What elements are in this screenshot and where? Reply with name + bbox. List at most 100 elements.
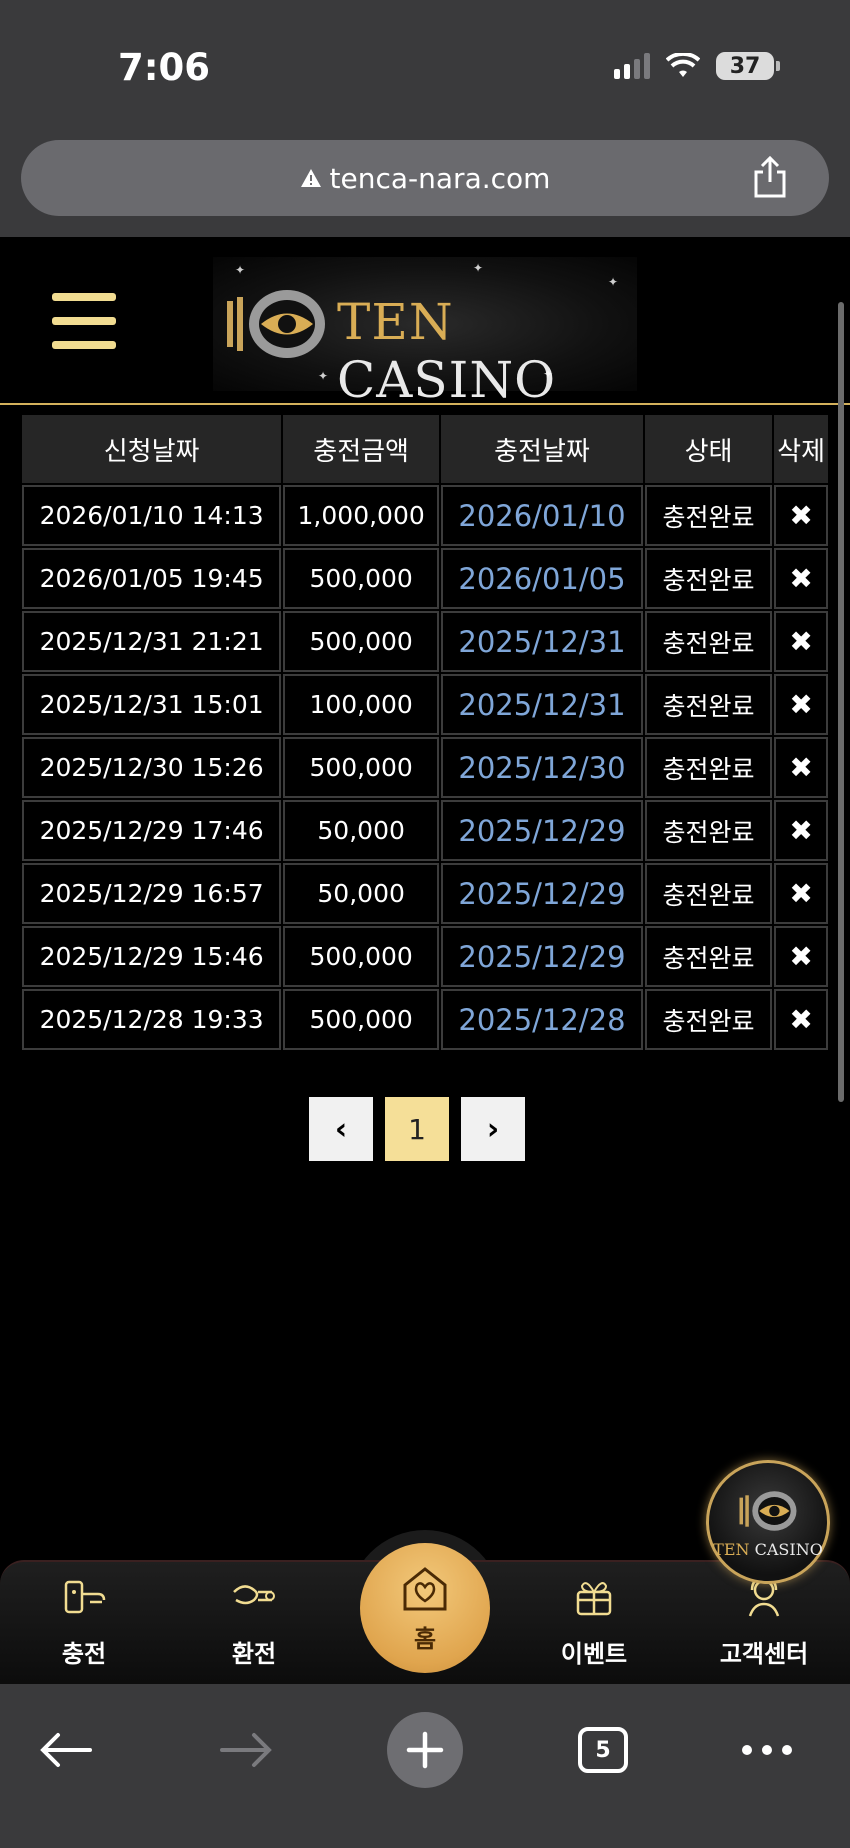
wifi-icon [666, 53, 700, 77]
status: 충전완료 [644, 926, 773, 987]
logo-text: TEN CASINO [337, 293, 557, 409]
amount: 500,000 [283, 737, 440, 798]
delete-button[interactable]: ✖ [774, 989, 828, 1050]
status-time: 7:06 [118, 46, 211, 89]
amount: 500,000 [283, 989, 440, 1050]
charge-date: 2025/12/28 [441, 989, 643, 1050]
logo-emblem-icon [227, 290, 325, 358]
request-date: 2025/12/29 16:57 [22, 863, 282, 924]
new-tab-button[interactable] [387, 1712, 463, 1788]
nav-home-button[interactable]: 홈 [360, 1543, 490, 1673]
nav-home-label: 홈 [413, 1624, 437, 1653]
prev-page-button[interactable]: ‹ [309, 1097, 373, 1161]
site-logo[interactable]: TEN CASINO ✦ ✦ ✦ ✦ ✦ [213, 257, 637, 409]
browser-top-chrome: 7:06 37 tenca-nara.com [0, 0, 850, 237]
request-date: 2025/12/28 19:33 [22, 989, 282, 1050]
status: 충전완료 [644, 989, 773, 1050]
more-button[interactable] [729, 1712, 805, 1788]
share-icon[interactable] [752, 156, 788, 198]
status: 충전완료 [644, 485, 773, 546]
request-date: 2025/12/29 15:46 [22, 926, 282, 987]
address-bar[interactable]: tenca-nara.com [21, 140, 829, 216]
table-row: 2026/01/05 19:45 500,000 2026/01/05 충전완료… [22, 548, 828, 609]
table-row: 2025/12/28 19:33 500,000 2025/12/28 충전완료… [22, 989, 828, 1050]
floating-logo-button[interactable]: TEN CASINO [706, 1460, 830, 1584]
header-status: 상태 [644, 415, 773, 483]
status: 충전완료 [644, 800, 773, 861]
scroll-indicator[interactable] [838, 302, 844, 1102]
table-header-row: 신청날짜 충전금액 충전날짜 상태 삭제 [22, 415, 828, 483]
status: 충전완료 [644, 737, 773, 798]
table-row: 2025/12/29 17:46 50,000 2025/12/29 충전완료 … [22, 800, 828, 861]
request-date: 2026/01/05 19:45 [22, 548, 282, 609]
table-row: 2025/12/31 15:01 100,000 2025/12/31 충전완료… [22, 674, 828, 735]
browser-toolbar: 5 [0, 1684, 850, 1848]
table-row: 2025/12/30 15:26 500,000 2025/12/30 충전완료… [22, 737, 828, 798]
status: 충전완료 [644, 611, 773, 672]
forward-button[interactable] [208, 1712, 284, 1788]
nav-support[interactable]: 고객센터 [694, 1572, 834, 1682]
request-date: 2026/01/10 14:13 [22, 485, 282, 546]
delete-button[interactable]: ✖ [774, 863, 828, 924]
site-header: TEN CASINO ✦ ✦ ✦ ✦ ✦ [0, 237, 850, 409]
charge-date: 2025/12/29 [441, 863, 643, 924]
charge-date: 2025/12/29 [441, 926, 643, 987]
charge-icon [64, 1580, 106, 1614]
table-row: 2026/01/10 14:13 1,000,000 2026/01/10 충전… [22, 485, 828, 546]
charge-date: 2025/12/30 [441, 737, 643, 798]
cellular-signal-icon [614, 53, 650, 79]
warning-icon [300, 169, 321, 187]
request-date: 2025/12/31 21:21 [22, 611, 282, 672]
tabs-button[interactable]: 5 [565, 1712, 641, 1788]
logo-emblem-icon [739, 1490, 797, 1531]
header-request-date: 신청날짜 [22, 415, 282, 483]
menu-icon[interactable] [52, 293, 116, 349]
delete-button[interactable]: ✖ [774, 548, 828, 609]
status-icons: 37 [614, 52, 780, 80]
delete-button[interactable]: ✖ [774, 485, 828, 546]
amount: 100,000 [283, 674, 440, 735]
home-heart-icon [403, 1566, 447, 1610]
next-page-button[interactable]: › [461, 1097, 525, 1161]
header-charge-date: 충전날짜 [441, 415, 643, 483]
charge-date: 2025/12/29 [441, 800, 643, 861]
amount: 50,000 [283, 800, 440, 861]
charge-date: 2026/01/10 [441, 485, 643, 546]
header-amount: 충전금액 [283, 415, 440, 483]
amount: 500,000 [283, 548, 440, 609]
amount: 1,000,000 [283, 485, 440, 546]
delete-button[interactable]: ✖ [774, 926, 828, 987]
more-dots-icon [742, 1745, 792, 1755]
amount: 50,000 [283, 863, 440, 924]
table-row: 2025/12/29 15:46 500,000 2025/12/29 충전완료… [22, 926, 828, 987]
request-date: 2025/12/30 15:26 [22, 737, 282, 798]
table-row: 2025/12/29 16:57 50,000 2025/12/29 충전완료 … [22, 863, 828, 924]
pagination: ‹ 1 › [309, 1097, 525, 1161]
status: 충전완료 [644, 674, 773, 735]
page-1-button[interactable]: 1 [385, 1097, 449, 1161]
back-arrow-icon [40, 1733, 92, 1767]
nav-event[interactable]: 이벤트 [524, 1572, 664, 1682]
tab-count: 5 [578, 1727, 628, 1773]
table-row: 2025/12/31 21:21 500,000 2025/12/31 충전완료… [22, 611, 828, 672]
battery-icon: 37 [716, 52, 780, 80]
nav-charge[interactable]: 충전 [14, 1572, 154, 1682]
charge-date: 2025/12/31 [441, 611, 643, 672]
gift-icon [576, 1582, 612, 1616]
delete-button[interactable]: ✖ [774, 737, 828, 798]
amount: 500,000 [283, 926, 440, 987]
amount: 500,000 [283, 611, 440, 672]
delete-button[interactable]: ✖ [774, 611, 828, 672]
url-text: tenca-nara.com [329, 161, 551, 195]
charge-date: 2025/12/31 [441, 674, 643, 735]
request-date: 2025/12/29 17:46 [22, 800, 282, 861]
status: 충전완료 [644, 863, 773, 924]
back-button[interactable] [28, 1712, 104, 1788]
delete-button[interactable]: ✖ [774, 800, 828, 861]
exchange-icon [233, 1585, 275, 1605]
delete-button[interactable]: ✖ [774, 674, 828, 735]
plus-icon [406, 1731, 444, 1769]
status: 충전완료 [644, 548, 773, 609]
charge-history-table: 신청날짜 충전금액 충전날짜 상태 삭제 2026/01/10 14:13 1,… [20, 413, 830, 1052]
nav-exchange[interactable]: 환전 [184, 1572, 324, 1682]
